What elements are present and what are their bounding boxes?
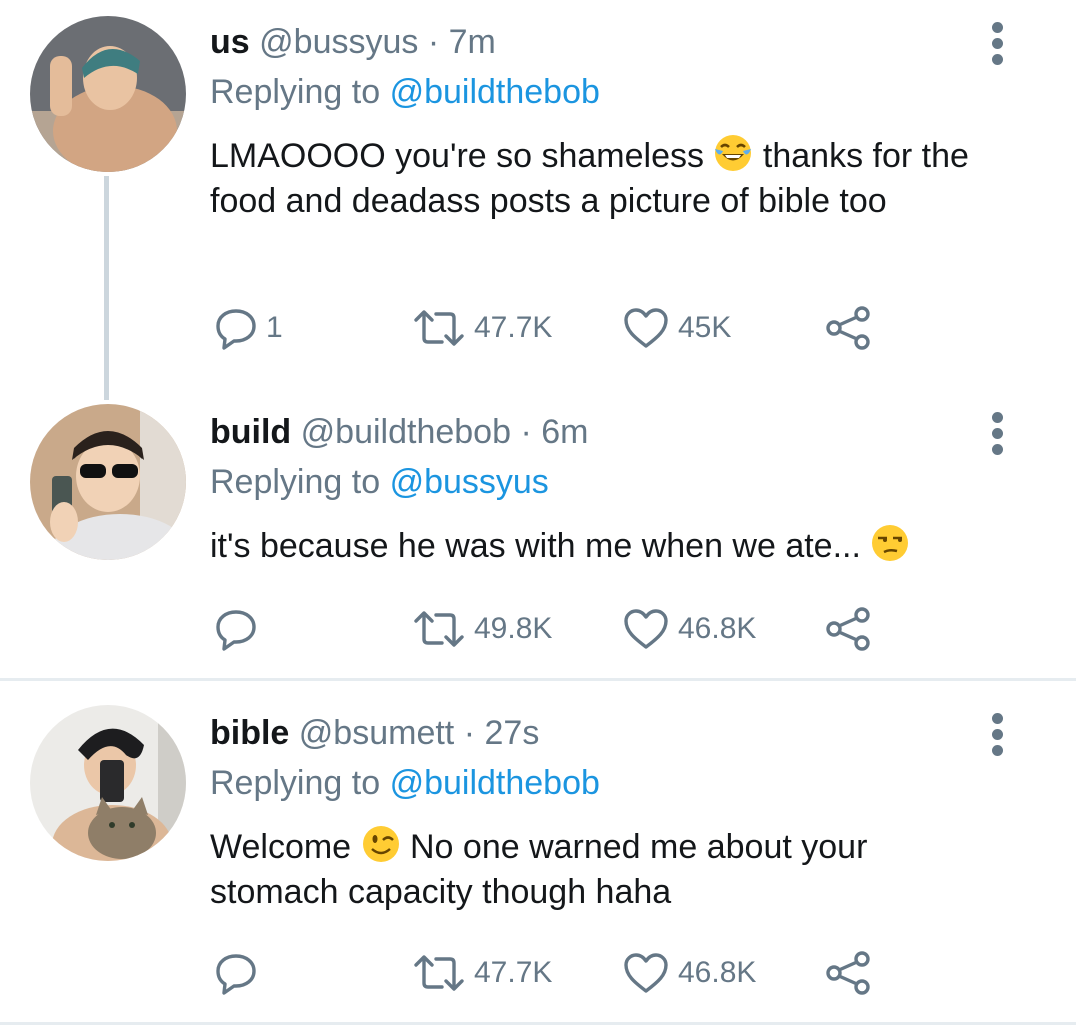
separator-dot: · — [427, 23, 440, 61]
retweet-count: 47.7K — [474, 956, 553, 989]
more-options-icon[interactable] — [982, 713, 1012, 763]
tweet-text: Welcome No one warned me about your stom… — [210, 824, 970, 915]
winking-face-icon — [361, 824, 401, 864]
retweet-count: 49.8K — [474, 612, 553, 645]
heart-icon — [624, 609, 668, 649]
heart-icon — [624, 953, 668, 993]
retweet-count: 47.7K — [474, 311, 553, 344]
share-button[interactable] — [824, 604, 872, 654]
like-count: 46.8K — [678, 612, 757, 645]
share-button[interactable] — [824, 303, 872, 353]
like-button[interactable]: 46.8K — [622, 604, 756, 654]
avatar[interactable] — [30, 404, 186, 560]
reply-icon — [216, 954, 256, 995]
separator-dot: · — [520, 413, 532, 451]
separator-dot: · — [463, 714, 476, 752]
replying-to: Replying to @buildthebob — [210, 72, 600, 112]
tweet-3[interactable]: bible @bsumett · 27s Replying to @buildt… — [0, 681, 1076, 1026]
retweet-icon — [414, 611, 464, 647]
thread-line — [104, 176, 109, 400]
like-button[interactable]: 45K — [622, 303, 731, 353]
tweet-1[interactable]: us @bussyus · 7m Replying to @buildthebo… — [0, 0, 1076, 400]
share-icon — [826, 607, 870, 651]
tweet-text-part: Welcome — [210, 828, 352, 866]
replying-prefix: Replying to — [210, 73, 381, 111]
like-count: 46.8K — [678, 956, 757, 989]
timestamp[interactable]: 7m — [449, 23, 496, 61]
like-count: 45K — [678, 311, 732, 344]
face-with-tears-of-joy-icon — [713, 133, 753, 173]
action-bar: 49.8K 46.8K — [210, 604, 910, 654]
tweet-divider — [0, 1022, 1076, 1025]
reply-icon — [216, 309, 256, 350]
retweet-icon — [414, 955, 464, 991]
retweet-button[interactable]: 49.8K — [412, 604, 552, 654]
display-name[interactable]: us — [210, 23, 250, 61]
tweet-header: build @buildthebob · 6m — [210, 412, 588, 452]
more-options-icon[interactable] — [982, 412, 1012, 462]
user-handle[interactable]: @buildthebob — [301, 413, 511, 451]
display-name[interactable]: build — [210, 413, 291, 451]
tweet-text-part: LMAOOOO you're so shameless — [210, 137, 704, 175]
like-button[interactable]: 46.8K — [622, 948, 756, 998]
timestamp[interactable]: 6m — [541, 413, 588, 451]
display-name[interactable]: bible — [210, 714, 289, 752]
share-button[interactable] — [824, 948, 872, 998]
reply-count: 1 — [266, 311, 283, 344]
user-handle[interactable]: @bsumett — [299, 714, 454, 752]
retweet-icon — [414, 310, 464, 346]
avatar[interactable] — [30, 16, 186, 172]
action-bar: 1 47.7K 45K — [210, 303, 910, 353]
action-bar: 47.7K 46.8K — [210, 948, 910, 998]
tweet-text: LMAOOOO you're so shameless thanks for t… — [210, 133, 1000, 224]
tweet-text: it's because he was with me when we ate.… — [210, 523, 1010, 569]
replying-to: Replying to @buildthebob — [210, 763, 600, 803]
replying-prefix: Replying to — [210, 764, 381, 802]
user-handle[interactable]: @bussyus — [259, 23, 418, 61]
tweet-header: us @bussyus · 7m — [210, 22, 496, 62]
more-options-icon[interactable] — [982, 22, 1012, 72]
timestamp[interactable]: 27s — [485, 714, 540, 752]
share-icon — [826, 951, 870, 995]
tweet-text-part: it's because he was with me when we ate.… — [210, 527, 861, 565]
avatar[interactable] — [30, 705, 186, 861]
reply-button[interactable] — [214, 604, 266, 654]
replying-prefix: Replying to — [210, 463, 381, 501]
reply-button[interactable] — [214, 948, 266, 998]
retweet-button[interactable]: 47.7K — [412, 303, 552, 353]
mention-link[interactable]: @bussyus — [390, 463, 549, 501]
heart-icon — [624, 308, 668, 348]
share-icon — [826, 306, 870, 350]
tweet-header: bible @bsumett · 27s — [210, 713, 539, 753]
reply-icon — [216, 610, 256, 651]
retweet-button[interactable]: 47.7K — [412, 948, 552, 998]
tweet-2[interactable]: build @buildthebob · 6m Replying to @bus… — [0, 390, 1076, 678]
mention-link[interactable]: @buildthebob — [390, 764, 600, 802]
reply-button[interactable]: 1 — [214, 303, 283, 353]
mention-link[interactable]: @buildthebob — [390, 73, 600, 111]
unamused-face-icon — [870, 523, 910, 563]
replying-to: Replying to @bussyus — [210, 462, 549, 502]
